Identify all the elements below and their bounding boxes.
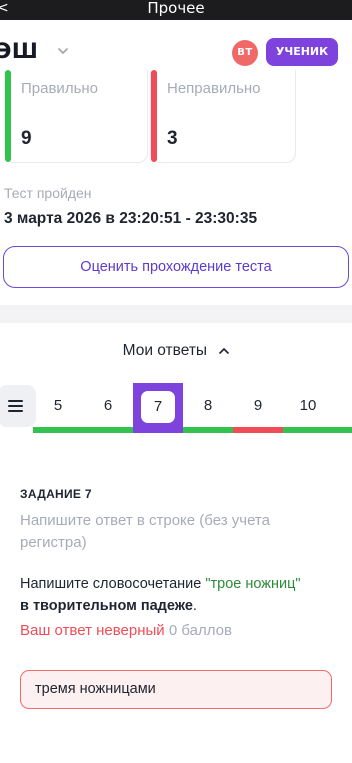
back-icon[interactable]: < <box>0 0 9 16</box>
questions-menu-button[interactable] <box>0 385 36 427</box>
question-number: 6 <box>103 397 113 414</box>
header: ЭШ ВТ УЧЕНИК <box>0 32 352 70</box>
question-number: 8 <box>203 397 213 414</box>
question-tab-5[interactable]: 5 <box>33 383 83 433</box>
test-passed-time: 3 марта 2026 в 23:20:51 - 23:30:35 <box>4 210 258 227</box>
question-number: 5 <box>53 397 63 414</box>
menu-icon-line <box>8 410 23 412</box>
menu-icon-line <box>8 400 23 402</box>
role-button[interactable]: УЧЕНИК <box>266 38 338 66</box>
task-hint: Напишите ответ в строке (без учета регис… <box>20 512 270 551</box>
test-passed-label: Тест пройден <box>4 185 92 201</box>
avatar[interactable]: ВТ <box>232 40 258 66</box>
task-quote: "трое ножниц" <box>205 576 301 592</box>
chevron-up-icon <box>219 348 230 354</box>
chevron-down-icon[interactable] <box>58 46 68 56</box>
verdict-label: Ваш ответ неверный <box>20 622 165 639</box>
my-answers-toggle[interactable]: Мои ответы <box>0 342 352 360</box>
top-bar: < Прочее <box>0 0 352 20</box>
status-underline <box>233 427 283 433</box>
brand-logo[interactable]: ЭШ <box>0 39 38 63</box>
task-text-bold: в творительном падеже <box>20 598 193 614</box>
answer-field: тремя ножницами <box>20 670 332 709</box>
correct-indicator-bar <box>5 70 11 162</box>
correct-stat-card: Правильно 9 <box>4 70 148 163</box>
task-text-after: . <box>192 598 197 614</box>
status-underline <box>183 427 233 433</box>
question-tab-next[interactable] <box>333 383 352 433</box>
task-text-before: Напишите словосочетание <box>20 576 206 592</box>
question-tab-10[interactable]: 10 <box>283 383 333 433</box>
question-number: 10 <box>299 397 317 414</box>
question-tab-6[interactable]: 6 <box>83 383 133 433</box>
rate-test-button[interactable]: Оценить прохождение теста <box>3 246 349 288</box>
question-tab-7[interactable]: 7 <box>133 383 183 433</box>
status-underline <box>83 427 133 433</box>
menu-icon-line <box>8 405 23 407</box>
correct-value: 9 <box>21 128 32 149</box>
points-label: 0 баллов <box>168 622 232 639</box>
question-tab-8[interactable]: 8 <box>183 383 233 433</box>
task-text: Напишите словосочетание "трое ножниц" в … <box>20 573 340 617</box>
question-number: 9 <box>253 397 263 414</box>
task-title: ЗАДАНИЕ 7 <box>20 487 92 501</box>
top-bar-title: Прочее <box>147 0 205 17</box>
incorrect-stat-card: Неправильно 3 <box>150 70 296 163</box>
task-verdict: Ваш ответ неверный 0 баллов <box>20 622 232 639</box>
status-underline <box>283 427 333 433</box>
question-number: 7 <box>141 391 175 423</box>
section-divider <box>0 305 352 323</box>
correct-label: Правильно <box>21 80 99 97</box>
status-underline <box>33 427 83 433</box>
my-answers-title: Мои ответы <box>122 342 208 359</box>
status-underline <box>333 427 352 433</box>
question-tab-9[interactable]: 9 <box>233 383 283 433</box>
incorrect-indicator-bar <box>151 70 157 162</box>
incorrect-value: 3 <box>167 128 178 149</box>
incorrect-label: Неправильно <box>167 80 261 97</box>
